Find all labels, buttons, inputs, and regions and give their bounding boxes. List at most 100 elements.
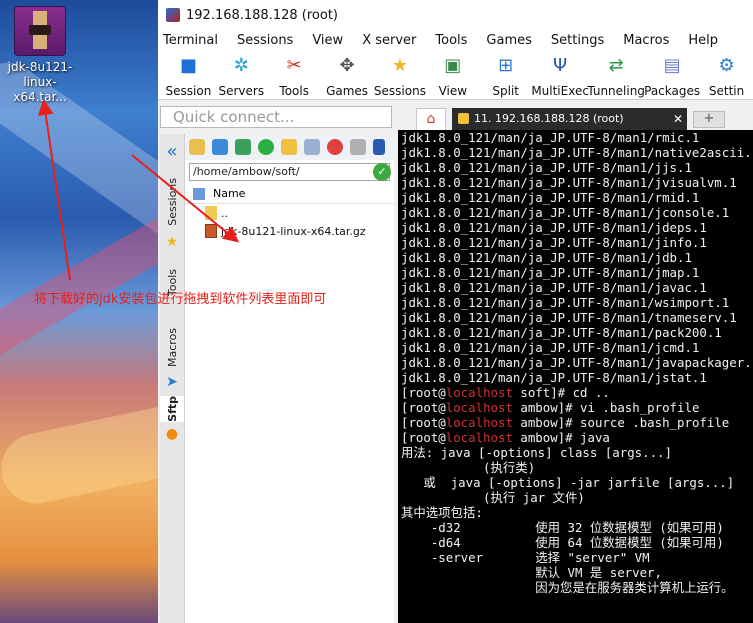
terminal-line: jdk1.8.0_121/man/ja_JP.UTF-8/man1/jcmd.1 (401, 340, 700, 355)
terminal-line: [root@localhost ambow]# source .bash_pro… (401, 415, 730, 430)
folder-icon (205, 206, 217, 220)
terminal-line: 默认 VM 是 server, (401, 565, 662, 580)
terminal-line: jdk1.8.0_121/man/ja_JP.UTF-8/man1/rmic.1 (401, 130, 700, 145)
terminal-line: jdk1.8.0_121/man/ja_JP.UTF-8/man1/jdb.1 (401, 250, 692, 265)
menu-terminal[interactable]: Terminal (163, 33, 218, 48)
close-tab-icon[interactable]: ✕ (673, 108, 683, 130)
file-row-jdk[interactable]: jdk-8u121-linux-x64.tar.gz (185, 222, 394, 240)
terminal-line: 或 java [-options] -jar jarfile [args...] (401, 475, 735, 490)
side-tab-sessions[interactable]: Sessions (160, 174, 184, 230)
desktop-file-label: jdk-8u121-linux-x64.tar... (7, 60, 73, 104)
terminal-line: -server 选择 "server" VM (401, 550, 650, 565)
home-icon: ⌂ (426, 111, 436, 127)
desktop-file-jdk[interactable]: jdk-8u121-linux-x64.tar... (2, 6, 78, 105)
menu-games[interactable]: Games (486, 33, 531, 48)
terminal-line: jdk1.8.0_121/man/ja_JP.UTF-8/man1/jconso… (401, 205, 730, 220)
terminal-line: [root@localhost ambow]# java (401, 430, 610, 445)
quick-connect-input[interactable]: Quick connect... (160, 106, 392, 128)
terminal-line: 用法: java [-options] class [args...] (401, 445, 672, 460)
download-icon[interactable] (212, 139, 228, 155)
file-row-parent[interactable]: .. (185, 204, 394, 222)
tunneling-icon: ⇄ (608, 55, 624, 76)
toolbar-tools-button[interactable]: ✂ Tools (268, 50, 321, 98)
terminal-line: 因为您是在服务器类计算机上运行。 (401, 580, 734, 595)
terminal-line: jdk1.8.0_121/man/ja_JP.UTF-8/man1/wsimpo… (401, 295, 730, 310)
terminal-line: [root@localhost soft]# cd .. (401, 385, 610, 400)
terminal-line: jdk1.8.0_121/man/ja_JP.UTF-8/man1/jvisua… (401, 175, 737, 190)
menu-tools[interactable]: Tools (435, 33, 467, 48)
delete-icon[interactable] (327, 139, 343, 155)
packages-icon: ▤ (663, 55, 681, 76)
terminal-line: -d64 使用 64 位数据模型 (如果可用) (401, 535, 724, 550)
terminal-output[interactable]: jdk1.8.0_121/man/ja_JP.UTF-8/man1/rmic.1… (398, 130, 753, 623)
toolbar-session-button[interactable]: ■ Session (162, 50, 215, 98)
file-list-header: Name (185, 184, 394, 204)
home-tab[interactable]: ⌂ (416, 108, 446, 130)
terminal-line: jdk1.8.0_121/man/ja_JP.UTF-8/man1/jstat.… (401, 370, 707, 385)
toolbar-servers-button[interactable]: ✲ Servers (215, 50, 268, 98)
terminal-line: jdk1.8.0_121/man/ja_JP.UTF-8/man1/tnames… (401, 310, 737, 325)
view-icon: ▣ (444, 55, 462, 76)
multiexec-icon: Ψ (553, 55, 568, 76)
main-toolbar: ■ Session ✲ Servers ✂ Tools ✥ Games ★ Session… (158, 50, 753, 100)
file-type-icon (193, 187, 205, 200)
title-bar: 192.168.188.128 (root) (158, 0, 753, 30)
sftp-options-icon[interactable] (373, 139, 385, 155)
menu-macros[interactable]: Macros (623, 33, 669, 48)
terminal-tab-active[interactable]: 11. 192.168.188.128 (root) ✕ (452, 108, 687, 130)
split-icon: ⊞ (498, 55, 514, 76)
window-title: 192.168.188.128 (root) (186, 7, 338, 23)
side-tab-macros[interactable]: Macros (160, 326, 184, 370)
upload-icon[interactable] (235, 139, 251, 155)
terminal-line: jdk1.8.0_121/man/ja_JP.UTF-8/man1/javac.… (401, 280, 707, 295)
app-icon (166, 8, 180, 22)
toolbar-view-button[interactable]: ▣ View (426, 50, 479, 98)
menu-settings[interactable]: Settings (551, 33, 604, 48)
toolbar-sessions-button[interactable]: ★ Sessions (374, 50, 427, 98)
toolbar-split-button[interactable]: ⊞ Split (479, 50, 532, 98)
menu-xserver[interactable]: X server (362, 33, 416, 48)
sftp-toolbar (185, 134, 394, 160)
new-file-icon[interactable] (304, 139, 320, 155)
sftp-browser: /home/ambow/soft/ ✓ Name .. jdk-8u121-li… (184, 134, 394, 623)
column-name[interactable]: Name (213, 187, 245, 200)
toolbar-games-button[interactable]: ✥ Games (321, 50, 374, 98)
sessions-star-icon: ★ (391, 55, 408, 76)
new-folder-icon[interactable] (281, 139, 297, 155)
desktop-wallpaper: jdk-8u121-linux-x64.tar... (0, 0, 158, 623)
side-tab-sftp[interactable]: Sftp (160, 396, 184, 422)
terminal-line: jdk1.8.0_121/man/ja_JP.UTF-8/man1/jmap.1 (401, 265, 700, 280)
games-icon: ✥ (339, 55, 355, 76)
terminal-line: jdk1.8.0_121/man/ja_JP.UTF-8/man1/javapa… (401, 355, 753, 370)
toolbar-settings-button[interactable]: ⚙ Settin (700, 50, 753, 98)
menu-view[interactable]: View (312, 33, 343, 48)
menu-help[interactable]: Help (688, 33, 718, 48)
sftp-globe-icon: ● (165, 426, 179, 442)
terminal-tab-bar: ⌂ 11. 192.168.188.128 (root) ✕ + (398, 108, 753, 130)
properties-icon[interactable] (350, 139, 366, 155)
star-icon: ★ (165, 234, 179, 250)
terminal-line: [root@localhost ambow]# vi .bash_profile (401, 400, 700, 415)
wallpaper-streak (0, 399, 158, 511)
toolbar-tunneling-button[interactable]: ⇄ Tunneling (587, 50, 645, 98)
plus-icon: + (703, 111, 715, 126)
terminal-line: jdk1.8.0_121/man/ja_JP.UTF-8/man1/rmid.1 (401, 190, 700, 205)
side-tab-strip: « Sessions ★ Tools Macros ➤ Sftp ● (160, 134, 184, 623)
toolbar-multiexec-button[interactable]: Ψ MultiExec (531, 50, 589, 98)
path-confirm-icon[interactable]: ✓ (373, 163, 391, 181)
session-icon: ■ (179, 55, 197, 76)
terminal-line: jdk1.8.0_121/man/ja_JP.UTF-8/man1/jdeps.… (401, 220, 707, 235)
terminal-line: jdk1.8.0_121/man/ja_JP.UTF-8/man1/jjs.1 (401, 160, 692, 175)
menu-bar: Terminal Sessions View X server Tools Ga… (158, 30, 753, 50)
terminal-line: (执行 jar 文件) (401, 490, 585, 505)
tools-icon: ✂ (286, 55, 302, 76)
new-tab-button[interactable]: + (693, 111, 725, 128)
terminal-line: jdk1.8.0_121/man/ja_JP.UTF-8/man1/jinfo.… (401, 235, 707, 250)
toolbar-packages-button[interactable]: ▤ Packages (644, 50, 700, 98)
collapse-chevron-icon[interactable]: « (160, 138, 184, 164)
folder-up-icon[interactable] (189, 139, 205, 155)
terminal-line: jdk1.8.0_121/man/ja_JP.UTF-8/man1/pack20… (401, 325, 722, 340)
menu-sessions[interactable]: Sessions (237, 33, 293, 48)
sftp-path-field[interactable]: /home/ambow/soft/ ✓ (189, 163, 391, 181)
refresh-icon[interactable] (258, 139, 274, 155)
